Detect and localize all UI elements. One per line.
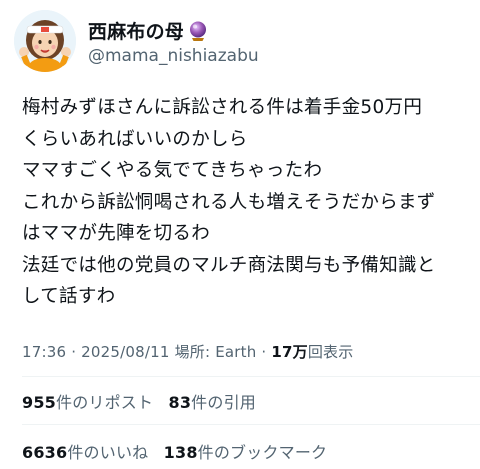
tweet-text-line: 梅村みずほさんに訴訟される件は着手金50万円 [22, 97, 423, 118]
quotes-stat[interactable]: 83件の引用 [169, 393, 256, 412]
tweet-text: 梅村みずほさんに訴訟される件は着手金50万円 くらいあればいいのかしら ママすご… [22, 92, 472, 313]
quotes-label: 件の引用 [191, 393, 256, 412]
tweet-text-line: 法廷では他の党員のマルチ商法関与も予備知識と [22, 254, 436, 276]
tweet-text-line: はママが先陣を切るわ [22, 223, 211, 244]
tweet-text-line: して話すわ [22, 286, 116, 307]
tweet-card: 西麻布の母 @mama_nishiazabu 梅村みずほさんに訴訟される件は着手… [0, 0, 480, 469]
tweet-text-line: これから訴訟恫喝される人も増えそうだからまず [22, 191, 436, 213]
divider [22, 376, 480, 377]
avatar[interactable] [14, 10, 76, 72]
reposts-stat[interactable]: 955件のリポスト [22, 393, 153, 412]
stats-row-reposts: 955件のリポスト 83件の引用 [22, 389, 266, 413]
stats-row-likes: 6636件のいいね 138件のブックマーク [22, 439, 337, 463]
tweet-time[interactable]: 17:36 [22, 343, 66, 361]
views-label: 回表示 [307, 343, 354, 361]
tweet-meta: 17:36 · 2025/08/11 場所: Earth · 17万回表示 [22, 341, 353, 362]
bookmarks-stat[interactable]: 138件のブックマーク [164, 443, 328, 462]
tweet-text-line: くらいあればいいのかしら [22, 128, 248, 150]
likes-count: 6636 [22, 443, 68, 462]
bookmarks-label: 件のブックマーク [197, 443, 328, 462]
display-name-row: 西麻布の母 [88, 17, 259, 45]
tweet-location: 場所: Earth [174, 343, 257, 361]
crystal-ball-icon [187, 20, 209, 42]
user-names: 西麻布の母 @mama_nishiazabu [88, 17, 259, 66]
meta-separator: · [71, 343, 77, 361]
likes-stat[interactable]: 6636件のいいね [22, 443, 148, 462]
meta-separator: · [261, 343, 267, 361]
bookmarks-count: 138 [163, 443, 198, 462]
tweet-text-line: ママすごくやる気でてきちゃったわ [22, 160, 323, 181]
tweet-header: 西麻布の母 @mama_nishiazabu [14, 10, 259, 72]
quotes-count: 83 [168, 393, 192, 412]
tweet-date[interactable]: 2025/08/11 [81, 343, 169, 361]
user-handle[interactable]: @mama_nishiazabu [88, 46, 259, 66]
reposts-count: 955 [22, 393, 56, 412]
display-name[interactable]: 西麻布の母 [88, 17, 184, 44]
likes-label: 件のいいね [67, 443, 149, 462]
avatar-illustration-icon [14, 10, 76, 72]
views-count: 17万 [271, 343, 308, 361]
reposts-label: 件のリポスト [56, 393, 154, 412]
divider [22, 424, 480, 425]
